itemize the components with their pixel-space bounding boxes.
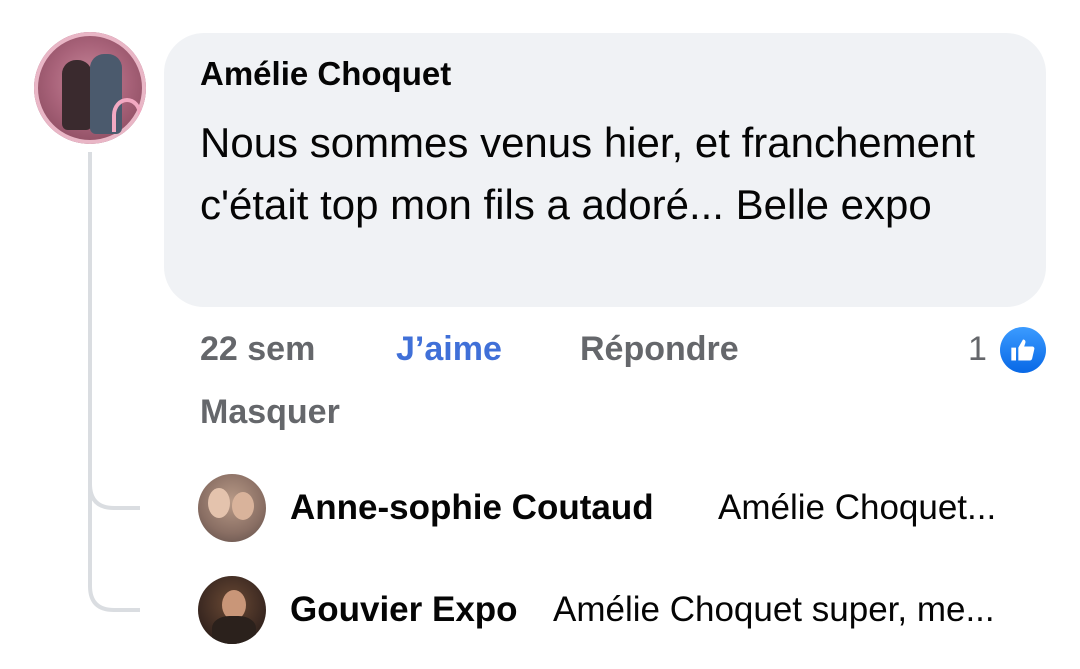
avatar-face	[232, 492, 254, 520]
reaction-count[interactable]: 1	[968, 330, 987, 369]
comment-timestamp[interactable]: 22 sem	[200, 330, 315, 369]
reply-snippet: Amélie Choquet super, me...	[553, 590, 995, 629]
avatar-person-left	[62, 60, 92, 130]
reply-author-name[interactable]: Anne-sophie Coutaud	[290, 488, 654, 528]
reply-thread-line	[88, 152, 140, 612]
avatar-body	[212, 616, 256, 644]
reply-button[interactable]: Répondre	[580, 330, 739, 369]
pink-ribbon-icon	[112, 98, 142, 132]
hide-button[interactable]: Masquer	[200, 393, 340, 432]
comment-author-name[interactable]: Amélie Choquet	[200, 55, 451, 93]
reply-avatar[interactable]	[198, 576, 266, 644]
like-button[interactable]: J’aime	[396, 330, 502, 369]
reply-avatar[interactable]	[198, 474, 266, 542]
like-icon[interactable]	[1000, 327, 1046, 373]
comment-text: Nous sommes venus hier, et franchement c…	[200, 119, 976, 228]
reply-author-name[interactable]: Gouvier Expo	[290, 590, 518, 630]
avatar-face	[208, 488, 230, 518]
comment-author-avatar[interactable]	[34, 32, 146, 144]
reply-snippet: Amélie Choquet...	[718, 488, 997, 527]
